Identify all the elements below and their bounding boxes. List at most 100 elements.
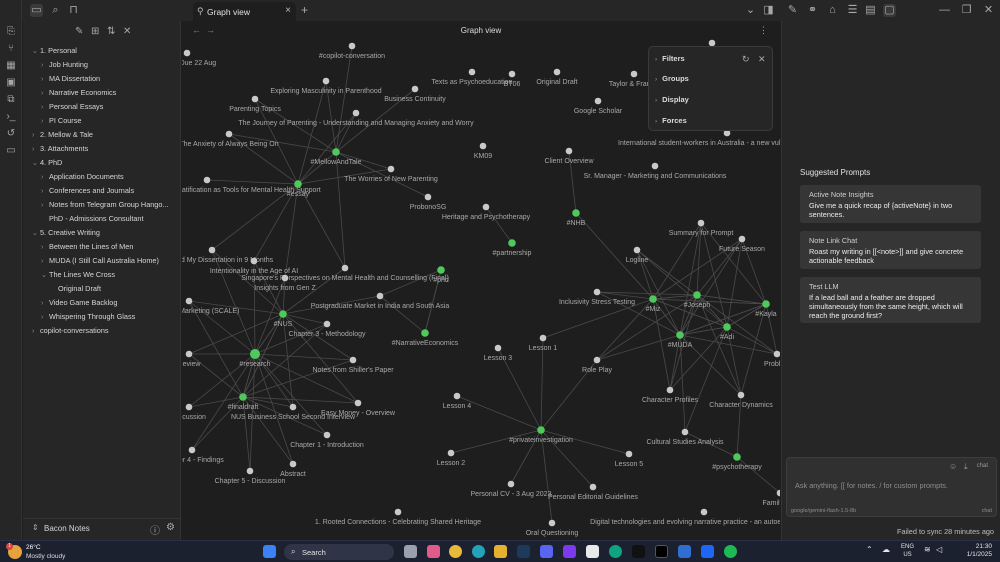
chat-mode-select[interactable]: chat — [977, 463, 988, 469]
task-view-icon[interactable] — [404, 545, 417, 558]
note-node[interactable]: International student-workers in Austral… — [618, 129, 780, 147]
close-icon[interactable]: × — [285, 5, 291, 16]
wifi-icon[interactable]: ≋ — [924, 545, 931, 554]
folder-item[interactable]: › 3. Attachments — [32, 142, 182, 156]
node-dot[interactable] — [349, 356, 357, 364]
node-dot[interactable] — [424, 193, 432, 201]
more-options-icon[interactable]: ⋮ — [759, 25, 768, 36]
chevron-down-icon[interactable]: ⌄ — [744, 4, 757, 17]
edge-icon[interactable] — [472, 545, 485, 558]
node-dot[interactable] — [250, 349, 260, 359]
node-dot[interactable] — [666, 386, 674, 394]
note-node[interactable]: Lesson 3 — [484, 344, 513, 362]
search-icon[interactable]: ⌕ — [49, 4, 62, 17]
note-node[interactable]: Texts as Psychoeducation — [432, 68, 513, 86]
note-node[interactable]: Chapter 3 - Methodology — [288, 320, 366, 338]
node-dot[interactable] — [633, 246, 641, 254]
groups-section[interactable]: › Groups — [655, 74, 689, 83]
archive-icon[interactable]: ▤ — [864, 4, 877, 17]
file-item[interactable]: Original Draft — [50, 282, 200, 296]
chevron-up-icon[interactable]: ⌃ — [866, 545, 873, 554]
node-dot[interactable] — [348, 42, 356, 50]
folder-item[interactable]: ⌄ 1. Personal — [32, 44, 182, 58]
note-node[interactable]: Notes from Shiller's Paper — [312, 356, 394, 374]
node-dot[interactable] — [281, 274, 289, 282]
node-dot[interactable] — [185, 297, 193, 305]
node-dot[interactable] — [453, 392, 461, 400]
node-dot[interactable] — [589, 483, 597, 491]
vault-switcher[interactable]: ⇕ Bacon Notes ⓘ ⚙ — [23, 518, 181, 538]
note-node[interactable]: Chapter 1 - Introduction — [290, 431, 364, 449]
note-node[interactable]: Lesson 5 — [615, 450, 644, 468]
node-dot[interactable] — [225, 130, 233, 138]
node-dot[interactable] — [697, 219, 705, 227]
node-dot[interactable] — [508, 70, 516, 78]
window-close-icon[interactable]: ✕ — [982, 4, 995, 17]
note-node[interactable]: Postgraduate Market in India and South A… — [311, 292, 450, 310]
node-dot[interactable] — [468, 68, 476, 76]
collapse-all-icon[interactable]: ✕ — [123, 26, 131, 37]
note-node[interactable]: Exploring Masculinity in Parenthood — [270, 77, 382, 95]
taskbar-search[interactable]: ⌕ Search — [284, 544, 394, 560]
node-dot[interactable] — [354, 399, 362, 407]
node-dot[interactable] — [208, 246, 216, 254]
folder-item[interactable]: › Application Documents — [41, 170, 191, 184]
discord-icon[interactable] — [540, 545, 553, 558]
chat-input[interactable]: Ask anything. [[ for notes. / for custom… — [795, 481, 948, 490]
folder-item[interactable]: ⌄ 5. Creative Writing — [32, 226, 182, 240]
node-dot[interactable] — [537, 426, 545, 434]
tag-node[interactable]: #NarrativeEconomics — [392, 329, 459, 347]
settings-icon[interactable]: ⚙ — [166, 522, 175, 533]
node-dot[interactable] — [630, 70, 638, 78]
node-dot[interactable] — [251, 95, 259, 103]
node-dot[interactable] — [507, 480, 515, 488]
graph-view[interactable]: ment - Due 22 Aug #copilot-conversation Ex… — [182, 21, 780, 540]
note-node[interactable]: International Marketing (SCALE) — [182, 297, 239, 315]
threads-icon[interactable] — [655, 545, 668, 558]
node-dot[interactable] — [323, 431, 331, 439]
node-dot[interactable] — [572, 209, 580, 217]
node-dot[interactable] — [649, 295, 657, 303]
node-dot[interactable] — [183, 49, 191, 57]
note-node[interactable]: Character Profiles — [642, 386, 699, 404]
note-node[interactable]: Completed My Dissertation in 9 Months — [182, 246, 274, 264]
node-dot[interactable] — [352, 109, 360, 117]
emoji-icon[interactable]: ☺ — [949, 462, 957, 471]
folder-item[interactable]: › Job Hunting — [41, 58, 191, 72]
note-node[interactable]: ProbonoSG — [410, 193, 447, 211]
file-item[interactable]: PhD - Admissions Consultant — [41, 212, 191, 226]
note-node[interactable]: Original Draft — [536, 68, 578, 86]
folder-item[interactable]: › MUDA (I Still Call Australia Home) — [41, 254, 191, 268]
note-node[interactable]: Review — [182, 350, 201, 368]
folder-item[interactable]: › PI Course — [41, 114, 191, 128]
node-dot[interactable] — [411, 85, 419, 93]
copy-icon[interactable]: ⧉ — [5, 94, 17, 106]
note-node[interactable]: Personal CV - 3 Aug 2023 — [471, 480, 552, 498]
spotify-icon[interactable] — [724, 545, 737, 558]
node-dot[interactable] — [773, 350, 780, 358]
prompt-card[interactable]: Active Note Insights Give me a quick rec… — [800, 185, 981, 223]
node-dot[interactable] — [332, 148, 340, 156]
node-dot[interactable] — [508, 239, 516, 247]
close-panel-icon[interactable]: ✕ — [758, 54, 766, 65]
note-node[interactable]: Logline — [626, 246, 649, 264]
tab-graph-view[interactable]: ⚲ Graph view × — [193, 2, 296, 21]
node-dot[interactable] — [322, 77, 330, 85]
node-dot[interactable] — [737, 391, 745, 399]
node-dot[interactable] — [553, 68, 561, 76]
note-node[interactable]: Inclusivity Stress Testing — [559, 288, 635, 306]
folder-item[interactable]: › Personal Essays — [41, 100, 191, 114]
node-dot[interactable] — [323, 320, 331, 328]
tag-node[interactable]: #research — [239, 349, 271, 368]
note-node[interactable]: Family Dyn — [762, 489, 780, 507]
note-node[interactable]: Lesson 2 — [437, 449, 466, 467]
node-dot[interactable] — [594, 97, 602, 105]
note-node[interactable]: #copilot-conversation — [319, 42, 385, 60]
folder-item[interactable]: › MA Dissertation — [41, 72, 191, 86]
tag-node[interactable]: #psychotherapy — [712, 453, 762, 471]
restore-icon[interactable]: ↻ — [742, 54, 750, 65]
notion-icon[interactable] — [586, 545, 599, 558]
copilot-app-icon[interactable] — [427, 545, 440, 558]
note-node[interactable]: Digital technologies and evolving narrat… — [590, 508, 780, 526]
cloud-icon[interactable]: ☁ — [882, 545, 890, 554]
